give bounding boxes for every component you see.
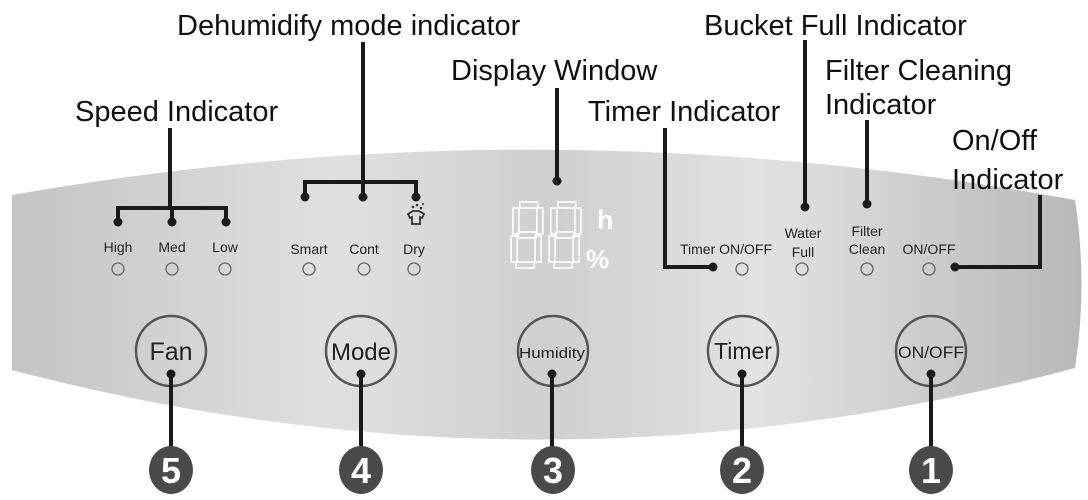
display-unit-hours: h (597, 205, 614, 235)
led-label-med: Med (158, 239, 185, 255)
badge-1: 1 (909, 446, 953, 494)
led-label-high: High (104, 239, 133, 255)
svg-text:5: 5 (161, 450, 181, 491)
display-window-label: Display Window (451, 55, 658, 87)
badge-5: 5 (149, 446, 193, 494)
speed-indicator-label: Speed Indicator (75, 96, 278, 128)
humidity-button-label: Humidity (519, 345, 586, 362)
onoff-button-label: ON/OFF (898, 343, 964, 362)
badge-2: 2 (720, 446, 764, 494)
dehumidify-mode-indicator-label: Dehumidify mode indicator (177, 10, 521, 42)
led-label-clean: Clean (849, 241, 886, 257)
led-label-timer: Timer ON/OFF (680, 241, 772, 257)
timer-indicator-label: Timer Indicator (588, 96, 781, 128)
led-label-power: ON/OFF (903, 241, 956, 257)
led-label-water: Water (785, 225, 822, 241)
svg-text:3: 3 (543, 450, 563, 491)
led-label-smart: Smart (290, 241, 327, 257)
display-unit-percent: % (586, 244, 609, 274)
led-label-cont: Cont (349, 241, 379, 257)
mode-button-label: Mode (331, 339, 391, 366)
control-panel-diagram: Speed Indicator Dehumidify mode indicato… (12, 10, 1082, 494)
svg-text:4: 4 (351, 450, 371, 491)
filter-cleaning-indicator-label-2: Indicator (825, 89, 937, 121)
led-label-full: Full (792, 244, 815, 260)
onoff-indicator-label-2: Indicator (952, 164, 1064, 196)
filter-cleaning-indicator-label: Filter Cleaning (825, 55, 1012, 87)
led-label-low: Low (212, 239, 239, 255)
timer-button-label: Timer (714, 338, 772, 364)
svg-text:1: 1 (921, 450, 941, 491)
fan-button-label: Fan (149, 338, 192, 366)
badge-4: 4 (339, 446, 383, 494)
onoff-indicator-label: On/Off (952, 125, 1038, 157)
badge-3: 3 (531, 446, 575, 494)
svg-text:2: 2 (732, 450, 752, 491)
bucket-full-indicator-label: Bucket Full Indicator (704, 10, 967, 42)
led-label-filter: Filter (851, 223, 882, 239)
led-label-dry: Dry (403, 241, 425, 257)
